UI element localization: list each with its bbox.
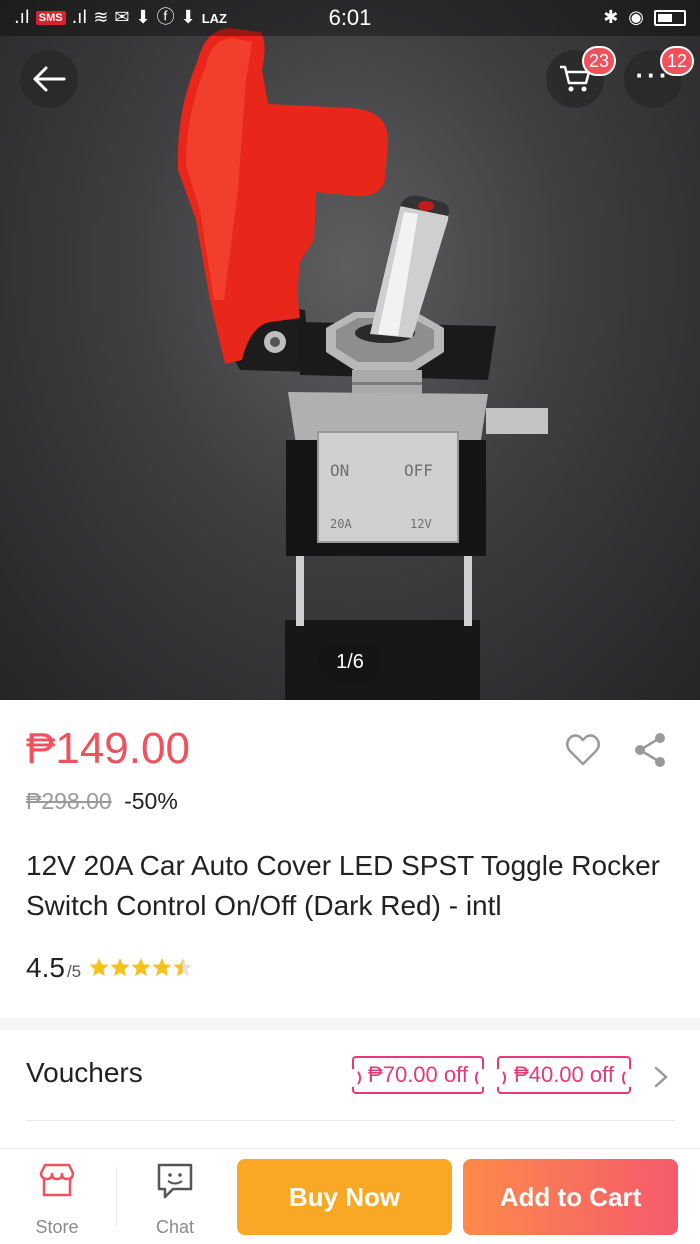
switch-amp-label: 20A (330, 517, 352, 531)
share-button[interactable] (630, 730, 670, 770)
chat-icon (157, 1163, 193, 1199)
divider (116, 1167, 117, 1227)
bottom-action-bar: Store Chat Buy Now Add to Cart (0, 1148, 700, 1244)
product-info: ₱149.00 ₱298.00 -50% 12V 20A Car Auto Co… (0, 700, 700, 1018)
cart-count-badge: 23 (581, 46, 616, 76)
star-filled-icon (131, 958, 151, 977)
product-rating[interactable]: 4.5 /5 (26, 952, 193, 984)
status-bar: .ıl SMS .ıl ≋ ✉ ⬇ ⓕ ⬇ LAZ 6:01 ✱ ◉ (0, 0, 700, 36)
rating-stars (89, 958, 193, 977)
product-price: ₱149.00 (26, 724, 190, 773)
rating-value: 4.5 (26, 952, 65, 983)
clock: 6:01 (328, 5, 372, 30)
product-image-gallery[interactable]: ON OFF 20A 12V .ıl SMS .ıl ≋ ✉ ⬇ ⓕ ⬇ LAZ… (0, 0, 700, 700)
voucher-chip[interactable]: ₱40.00 off (492, 1056, 636, 1094)
eye-icon: ◉ (628, 7, 644, 28)
bluetooth-icon: ✱ (603, 7, 619, 28)
add-to-cart-button[interactable]: Add to Cart (463, 1159, 678, 1235)
rating-max: /5 (66, 962, 82, 981)
star-filled-icon (110, 958, 130, 977)
notification-count-badge: 12 (659, 46, 694, 76)
chat-button[interactable]: Chat (130, 1159, 220, 1239)
star-filled-icon (152, 958, 172, 977)
switch-volt-label: 12V (410, 517, 432, 531)
back-button[interactable] (20, 50, 78, 108)
cart-button[interactable]: 23 (546, 46, 616, 108)
more-options-button[interactable]: ··· 12 (624, 46, 694, 108)
chevron-right-icon[interactable] (650, 1062, 672, 1092)
heart-icon (566, 734, 600, 766)
arrow-left-icon (33, 66, 66, 92)
gallery-page-indicator: 1/6 (318, 643, 382, 681)
store-label: Store (35, 1217, 79, 1237)
product-title: 12V 20A Car Auto Cover LED SPST Toggle R… (26, 850, 660, 921)
original-price: ₱298.00 (26, 788, 112, 814)
battery-icon (654, 10, 686, 26)
switch-off-label: OFF (404, 461, 433, 480)
share-icon (635, 733, 665, 767)
store-icon (39, 1163, 75, 1197)
store-button[interactable]: Store (12, 1159, 102, 1239)
vouchers-label: Vouchers (26, 1057, 143, 1088)
chat-label: Chat (155, 1217, 195, 1237)
wishlist-button[interactable] (563, 730, 603, 770)
discount-percent: -50% (124, 788, 178, 814)
status-bar-right: ✱ ◉ (603, 6, 686, 30)
switch-on-label: ON (330, 461, 349, 480)
voucher-chip[interactable]: ₱70.00 off (347, 1056, 489, 1094)
buy-now-button[interactable]: Buy Now (237, 1159, 452, 1235)
price-comparison: ₱298.00 -50% (26, 788, 178, 815)
product-photo: ON OFF 20A 12V (177, 28, 548, 700)
star-filled-icon (89, 958, 109, 977)
vouchers-section[interactable]: Vouchers ₱70.00 off ₱40.00 off (0, 1030, 700, 1150)
divider (26, 1120, 674, 1121)
